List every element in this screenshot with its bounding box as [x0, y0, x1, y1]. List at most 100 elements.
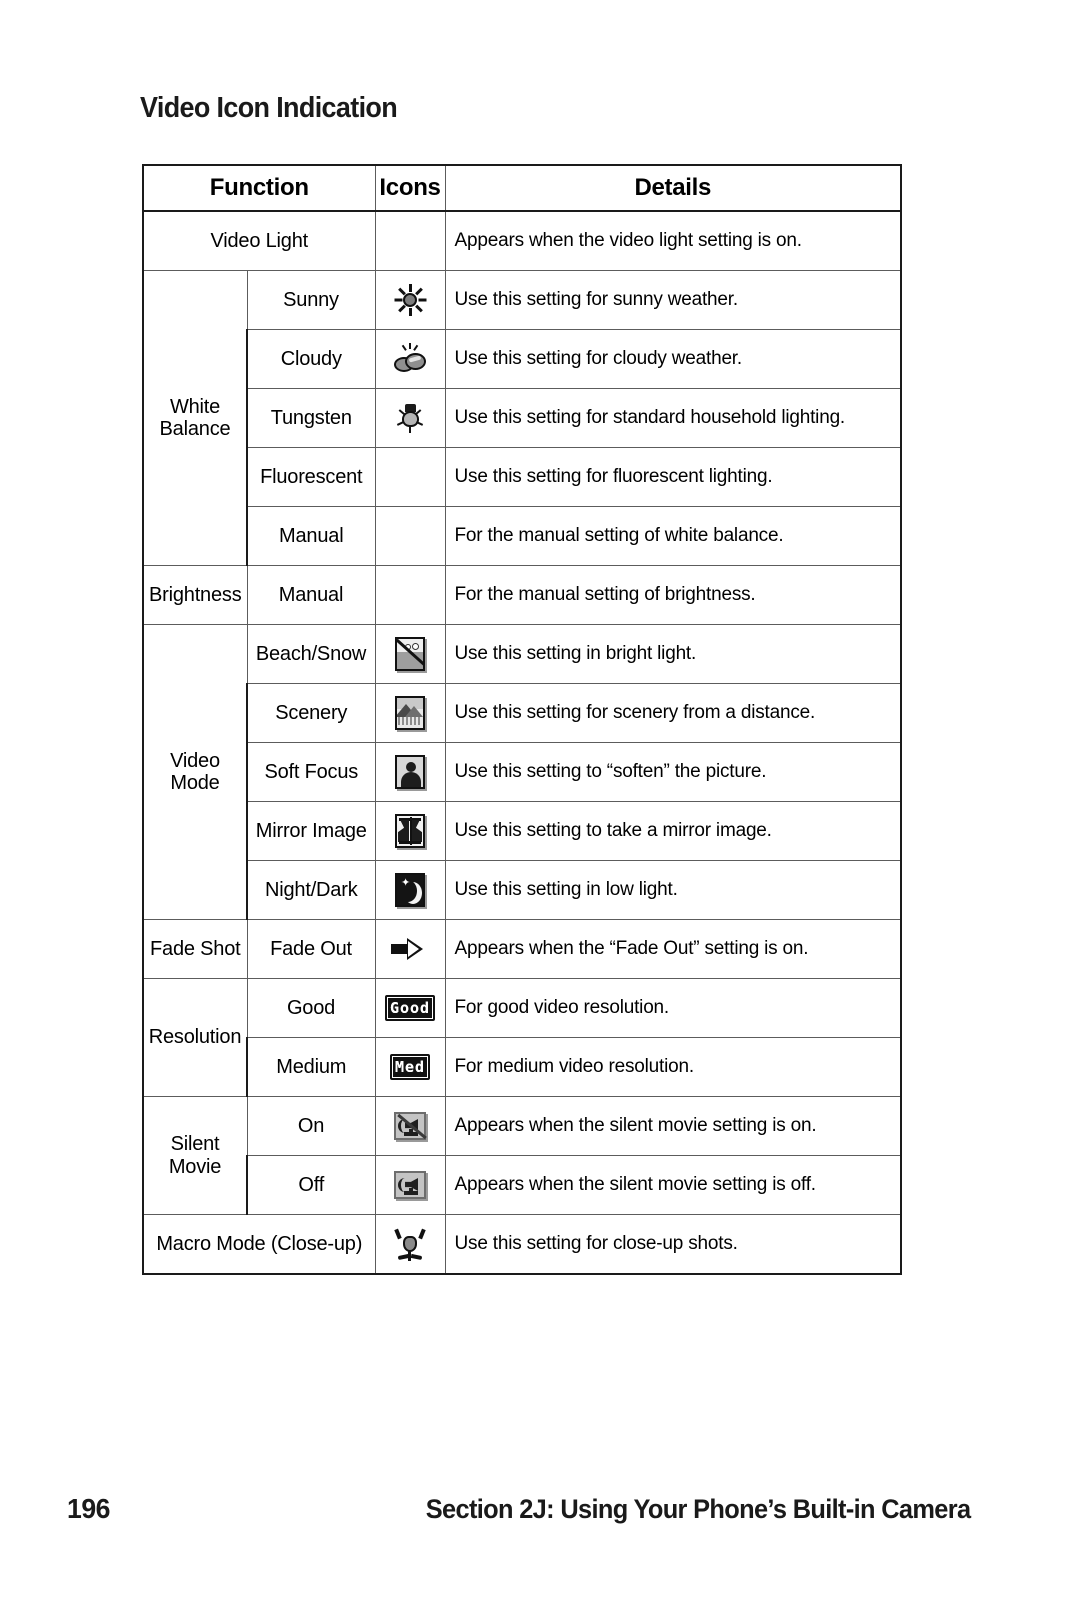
details-text: Use this setting for standard household … — [444, 388, 903, 448]
sub-label-on: On — [246, 1096, 376, 1156]
white-balance-line2: Balance — [159, 418, 231, 440]
footer-section-title: Section 2J: Using Your Phone’s Built-in … — [425, 1494, 970, 1524]
function-label-video-light: Video Light — [141, 210, 376, 271]
icon-cell-night-dark: ✦ — [374, 860, 446, 920]
function-label-video-mode: Video Mode — [142, 624, 248, 920]
sub-label-mirror-image: Mirror Image — [245, 801, 376, 861]
icon-cell-empty — [374, 565, 446, 625]
sub-label-scenery: Scenery — [245, 683, 376, 743]
video-mode-line2: Mode — [170, 772, 220, 794]
table-row: Video Mode Beach/Snow Use this setting i… — [142, 624, 903, 920]
flower-macro-icon — [394, 1227, 426, 1261]
icon-cell-scenery — [374, 683, 446, 743]
function-label-silent-movie: Silent Movie — [142, 1096, 248, 1215]
function-label-white-balance: White Balance — [142, 270, 248, 566]
function-label-fade-shot: Fade Shot — [142, 919, 248, 979]
details-text: For medium video resolution. — [444, 1037, 903, 1097]
sub-label-fluorescent: Fluorescent — [245, 447, 376, 507]
document-page: Video Icon Indication Function Icons Det… — [0, 0, 1080, 1620]
sub-label-fade-out: Fade Out — [246, 919, 376, 979]
speaker-on-icon — [394, 1171, 427, 1199]
details-text: Use this setting to “soften” the picture… — [444, 742, 903, 802]
table-row: Off Appears when the silent movie settin… — [143, 1155, 903, 1215]
sub-label-tungsten: Tungsten — [245, 388, 376, 448]
icon-cell-mirror-image — [374, 801, 446, 861]
video-mode-line1: Video — [170, 749, 220, 772]
icon-cell-empty — [374, 447, 446, 507]
icon-cell-cloudy — [374, 329, 446, 389]
details-text: Use this setting for scenery from a dist… — [444, 683, 903, 743]
details-text: Appears when the “Fade Out” setting is o… — [444, 919, 903, 979]
function-label-macro-mode: Macro Mode (Close-up) — [141, 1214, 376, 1275]
icon-cell-good: Good — [374, 978, 446, 1038]
details-text: Use this setting in low light. — [444, 860, 903, 920]
icon-cell-fade-out — [374, 919, 446, 979]
icon-cell-soft-focus — [374, 742, 446, 802]
table-row: Fluorescent Use this setting for fluores… — [143, 447, 903, 507]
sub-label-soft-focus: Soft Focus — [245, 742, 376, 802]
details-text: Appears when the silent movie setting is… — [444, 1096, 903, 1156]
soft-focus-icon — [395, 755, 426, 789]
sub-label-manual-brightness: Manual — [246, 565, 376, 625]
sub-label-night-dark: Night/Dark — [245, 860, 376, 920]
table-row: Video Light Appears when the video light… — [141, 210, 903, 271]
details-text: For good video resolution. — [444, 978, 903, 1038]
video-icon-indication-table: Function Icons Details Video Light Appea… — [141, 164, 903, 1275]
details-text: Appears when the silent movie setting is… — [444, 1155, 903, 1215]
table-row: Medium Med For medium video resolution. — [143, 1037, 903, 1097]
fade-out-arrow-icon — [391, 937, 429, 960]
details-text: Appears when the video light setting is … — [444, 210, 903, 271]
sun-icon — [393, 283, 427, 317]
icon-cell-macro — [374, 1214, 446, 1275]
table-row: Fade Shot Fade Out Appears when the “Fad… — [142, 919, 903, 979]
icon-cell-silent-off — [374, 1155, 446, 1215]
table-row: Silent Movie On Appears when the silent … — [142, 1096, 903, 1215]
med-badge-icon: Med — [389, 1054, 431, 1080]
icon-cell-silent-on — [374, 1096, 446, 1156]
icon-cell-medium: Med — [374, 1037, 446, 1097]
details-text: For the manual setting of brightness. — [444, 565, 903, 625]
table-row: Resolution Good Good For good video reso… — [142, 978, 903, 1097]
details-text: Use this setting for sunny weather. — [444, 270, 903, 330]
details-text: Use this setting for cloudy weather. — [444, 329, 903, 389]
cloud-icon — [392, 343, 428, 375]
sub-label-beach-snow: Beach/Snow — [246, 624, 376, 684]
table-row: Brightness Manual For the manual setting… — [142, 565, 903, 625]
sub-label-off: Off — [245, 1155, 376, 1215]
column-header-function: Function — [141, 164, 376, 212]
icon-cell-empty — [374, 506, 446, 566]
icon-cell-tungsten — [374, 388, 446, 448]
white-balance-line1: White — [169, 395, 221, 418]
mirror-image-icon — [395, 814, 426, 848]
table-row: Night/Dark ✦ Use this setting in low lig… — [143, 860, 903, 920]
table-row: Mirror Image Use this setting to take a … — [143, 801, 903, 861]
table-row: Soft Focus Use this setting to “soften” … — [143, 742, 903, 802]
sub-label-sunny: Sunny — [246, 270, 376, 330]
sub-label-medium: Medium — [245, 1037, 376, 1097]
table-header: Function Icons Details — [141, 164, 903, 212]
sub-label-manual-wb: Manual — [245, 506, 376, 566]
table-row: Cloudy Use this setting for cloudy weath… — [143, 329, 903, 389]
scenery-icon — [395, 696, 426, 730]
lightbulb-icon — [393, 401, 427, 435]
function-label-resolution: Resolution — [142, 978, 248, 1097]
table-row: White Balance Sunny Use this setting for… — [142, 270, 903, 566]
icon-cell-beach-snow — [374, 624, 446, 684]
speaker-muted-icon — [394, 1112, 427, 1140]
column-header-details: Details — [444, 164, 903, 212]
details-text: Use this setting in bright light. — [444, 624, 903, 684]
footer-page-number: 196 — [67, 1493, 110, 1524]
silent-movie-line1: Silent — [170, 1133, 220, 1156]
details-text: For the manual setting of white balance. — [444, 506, 903, 566]
sub-label-cloudy: Cloudy — [245, 329, 376, 389]
beach-snow-icon — [395, 637, 426, 671]
page-title: Video Icon Indication — [140, 92, 398, 124]
sub-label-good: Good — [246, 978, 376, 1038]
table-row: Macro Mode (Close-up) Use this setting f… — [141, 1214, 903, 1275]
night-dark-icon: ✦ — [395, 873, 426, 907]
column-header-icons: Icons — [374, 164, 446, 212]
silent-movie-line2: Movie — [168, 1155, 222, 1178]
icon-cell-sunny — [374, 270, 446, 330]
details-text: Use this setting to take a mirror image. — [444, 801, 903, 861]
icon-cell-empty — [374, 210, 446, 271]
